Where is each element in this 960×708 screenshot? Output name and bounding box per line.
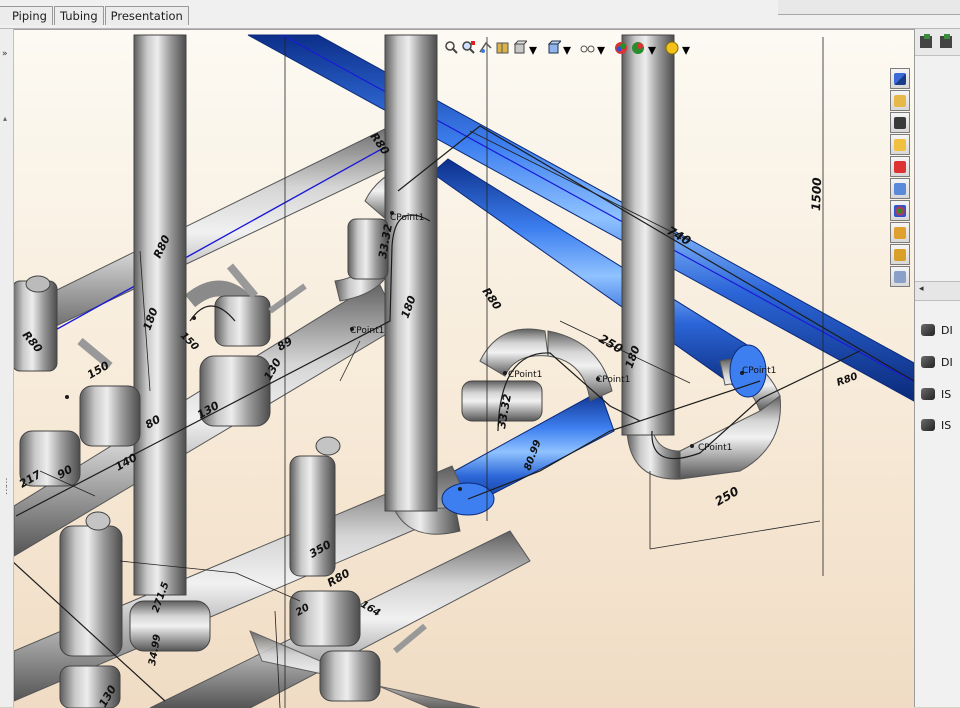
design-library-icon[interactable] xyxy=(890,112,910,133)
display-style-icon[interactable] xyxy=(546,40,561,55)
dropdown-arrow-icon[interactable]: ▾ xyxy=(682,40,697,59)
tab-strip: Piping Tubing Presentation xyxy=(0,6,190,25)
tab-piping[interactable]: Piping xyxy=(0,6,53,25)
tab-presentation[interactable]: Presentation xyxy=(104,6,189,25)
command-manager-tabs: Piping Tubing Presentation xyxy=(0,0,960,29)
cpoint-label-2: CPoint1 xyxy=(350,326,384,336)
dropdown-arrow-icon[interactable]: ▾ xyxy=(529,40,544,59)
file-explorer-icon[interactable] xyxy=(890,134,910,155)
splitter-grip-icon[interactable]: ⋮ ⋮ xyxy=(2,479,11,496)
apply-scene-icon[interactable] xyxy=(631,40,646,55)
expand-panel-button[interactable]: » xyxy=(2,49,8,59)
horizontal-scrollbar[interactable]: ◂ xyxy=(915,281,960,301)
view-palette-icon[interactable] xyxy=(890,178,910,199)
assembly-icon xyxy=(921,388,935,400)
view-orientation-icon[interactable] xyxy=(512,40,527,55)
task-pane-tabs xyxy=(890,68,912,300)
task-pane-header xyxy=(915,29,960,56)
dropdown-arrow-icon[interactable]: ▾ xyxy=(563,40,578,59)
view-settings-icon[interactable] xyxy=(665,40,680,55)
assembly-icon xyxy=(921,419,935,431)
solidworks-resources-icon[interactable] xyxy=(890,68,910,89)
cpoint-label-4: CPoint1 xyxy=(596,375,630,385)
list-item[interactable]: DI xyxy=(921,319,953,341)
hide-show-icon[interactable] xyxy=(580,40,595,55)
routing-library-icon[interactable] xyxy=(890,244,910,265)
edit-appearance-icon[interactable] xyxy=(614,40,629,55)
heads-up-view-toolbar: ▾ ▾ ▾ ▾ ▾ xyxy=(444,38,697,59)
custom-properties-icon[interactable] xyxy=(890,222,910,243)
vertical-pipe-2[interactable] xyxy=(384,34,438,512)
tab-tubing[interactable]: Tubing xyxy=(53,6,104,25)
list-item[interactable]: IS xyxy=(921,383,951,405)
list-item[interactable]: IS xyxy=(921,414,951,436)
scroll-up-icon[interactable]: ▴ xyxy=(3,114,7,123)
toolbar-strip xyxy=(778,0,960,15)
list-item[interactable]: DI xyxy=(921,351,953,373)
graphics-area[interactable]: 1500 740 250 250 180 180 130 130 140 150… xyxy=(14,29,914,708)
zoom-to-fit-icon[interactable] xyxy=(444,40,459,55)
radius-r6: R80 xyxy=(835,371,859,389)
previous-view-icon[interactable] xyxy=(478,40,493,55)
part-icon xyxy=(921,356,935,368)
feature-manager-collapsed[interactable]: » ▴ ⋮ ⋮ xyxy=(0,29,14,707)
piping-model[interactable]: 1500 740 250 250 180 180 130 130 140 150… xyxy=(14,30,914,708)
vertical-pipe-1[interactable] xyxy=(133,34,187,596)
dropdown-arrow-icon[interactable]: ▾ xyxy=(597,40,612,59)
part-icon xyxy=(921,324,935,336)
zoom-area-icon[interactable] xyxy=(461,40,476,55)
library-tree-icon[interactable] xyxy=(915,29,960,55)
dim-1500: 1500 xyxy=(809,177,824,211)
dim-250a: 250 xyxy=(597,331,626,356)
dim-250b: 250 xyxy=(713,484,742,509)
toolbox-icon[interactable] xyxy=(890,266,910,287)
search-icon[interactable] xyxy=(890,156,910,177)
cpoint-label-5: CPoint1 xyxy=(742,366,776,376)
appearances-icon[interactable] xyxy=(890,200,910,221)
home-icon[interactable] xyxy=(890,90,910,111)
radius-r3: R80 xyxy=(480,285,504,312)
dropdown-arrow-icon[interactable]: ▾ xyxy=(648,40,663,59)
cpoint-label-6: CPoint1 xyxy=(698,443,732,453)
section-view-icon[interactable] xyxy=(495,40,510,55)
scroll-left-icon[interactable]: ◂ xyxy=(919,284,924,294)
cpoint-label-3: CPoint1 xyxy=(508,370,542,380)
task-pane: ◂ DI DI IS IS xyxy=(914,29,960,707)
cpoint-label-1: CPoint1 xyxy=(390,213,424,223)
